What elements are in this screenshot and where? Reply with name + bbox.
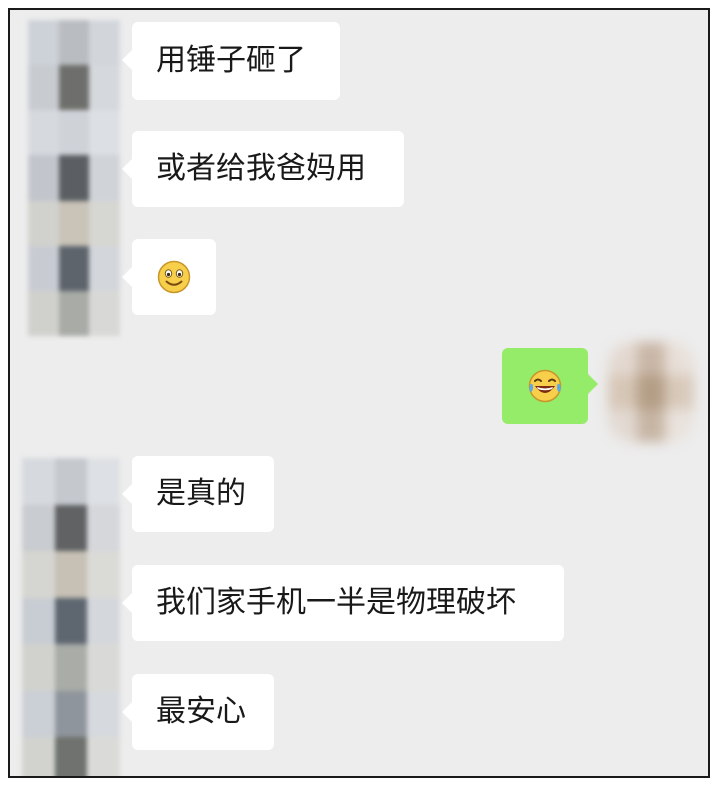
message-text: 我们家手机一半是物理破坏 — [156, 585, 516, 620]
chat-window: 用锤子砸了 或者给我爸妈用 是真的 我们家手机一半是物理破坏 最安心 — [8, 8, 710, 778]
message-text: 最安心 — [156, 694, 246, 729]
message-text: 是真的 — [156, 476, 246, 511]
message-text: 或者给我爸妈用 — [156, 151, 366, 186]
tears-of-joy-icon — [527, 368, 563, 404]
message-bubble-incoming[interactable] — [122, 239, 216, 315]
message-bubble-incoming[interactable]: 我们家手机一半是物理破坏 — [122, 565, 564, 641]
message-bubble-incoming[interactable]: 最安心 — [122, 674, 274, 750]
message-text: 用锤子砸了 — [156, 43, 306, 78]
contact-avatar[interactable] — [22, 458, 120, 776]
message-bubble-incoming[interactable]: 是真的 — [122, 456, 274, 532]
message-bubble-incoming[interactable]: 用锤子砸了 — [122, 22, 340, 100]
message-bubble-outgoing[interactable] — [502, 348, 598, 424]
message-bubble-incoming[interactable]: 或者给我爸妈用 — [122, 131, 404, 207]
smiley-face-icon — [157, 260, 191, 294]
user-avatar[interactable] — [608, 342, 694, 442]
contact-avatar[interactable] — [28, 20, 120, 336]
